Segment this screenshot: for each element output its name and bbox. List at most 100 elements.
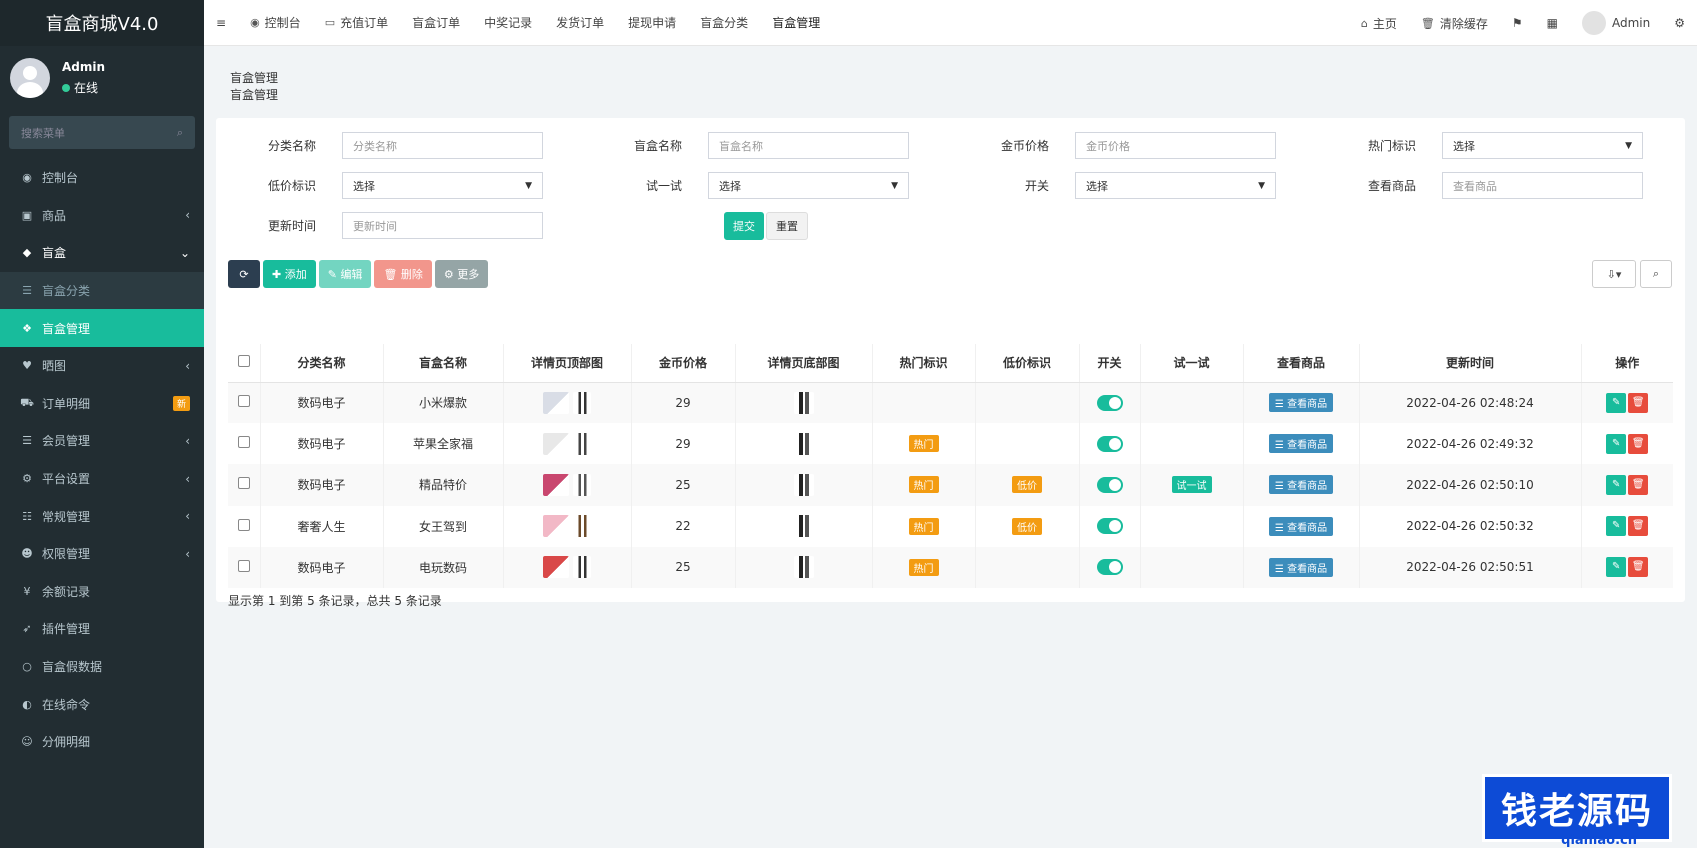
view-goods-button[interactable]: ☰ 查看商品 <box>1268 434 1334 454</box>
goods-input[interactable]: 查看商品 <box>1442 172 1643 199</box>
app-logo-title[interactable]: 盲盒商城V4.0 <box>0 0 204 46</box>
top-image-thumb[interactable] <box>573 432 591 455</box>
row-delete-button[interactable]: 🗑 <box>1628 392 1649 413</box>
sidebar-item-box-manage[interactable]: ❖ 盲盒管理 <box>0 309 204 347</box>
col-box-name[interactable]: 盲盒名称 <box>382 344 503 383</box>
top-image-thumb[interactable] <box>543 473 569 496</box>
switch-toggle[interactable] <box>1096 559 1123 576</box>
low-select[interactable]: 选择 ▼ <box>342 172 543 199</box>
refresh-button[interactable]: ⟳ <box>228 260 260 288</box>
bottom-image-thumb[interactable] <box>793 391 814 414</box>
view-goods-button[interactable]: ☰ 查看商品 <box>1268 557 1334 577</box>
switch-select[interactable]: 选择 ▼ <box>1075 172 1276 199</box>
tab-recharge-orders[interactable]: ▭ 充值订单 <box>313 0 400 46</box>
row-edit-button[interactable]: ✎ <box>1606 392 1627 413</box>
top-image-thumb[interactable] <box>543 391 569 414</box>
row-delete-button[interactable]: 🗑 <box>1628 433 1649 454</box>
delete-button[interactable]: 🗑 删除 <box>374 260 432 288</box>
switch-toggle[interactable] <box>1096 394 1123 411</box>
row-edit-button[interactable]: ✎ <box>1606 516 1627 537</box>
try-select[interactable]: 选择 ▼ <box>708 172 909 199</box>
col-goods[interactable]: 查看商品 <box>1242 344 1359 383</box>
home-link[interactable]: ⌂ 主页 <box>1349 0 1409 46</box>
col-hot[interactable]: 热门标识 <box>871 344 975 383</box>
hot-select[interactable]: 选择 ▼ <box>1442 132 1643 159</box>
col-bottom-image[interactable]: 详情页底部图 <box>734 344 872 383</box>
time-input[interactable]: 更新时间 <box>342 212 543 239</box>
view-goods-button[interactable]: ☰ 查看商品 <box>1268 393 1334 413</box>
row-edit-button[interactable]: ✎ <box>1606 474 1627 495</box>
tab-box-category[interactable]: 盲盒分类 <box>688 0 760 46</box>
table-row[interactable]: 奢奢人生 女王驾到 22 热门 低价 ☰ 查看商品 2022-04-26 02:50:32 ✎… <box>228 505 1673 547</box>
row-delete-button[interactable]: 🗑 <box>1628 474 1649 495</box>
search-icon[interactable]: ⌕ <box>177 126 183 140</box>
sidebar-item-balance[interactable]: ¥ 余额记录 <box>0 573 204 611</box>
sidebar-item-goods[interactable]: ▣ 商品 ‹ <box>0 197 204 235</box>
tab-dashboard[interactable]: ◉ 控制台 <box>238 0 313 46</box>
sidebar-item-auth[interactable]: ☻ 权限管理 ‹ <box>0 535 204 573</box>
table-row[interactable]: 数码电子 小米爆款 29 ☰ 查看商品 2022-04-26 02:48:24 ✎ 🗑 <box>228 382 1673 424</box>
sidebar-item-platform[interactable]: ⚙ 平台设置 ‹ <box>0 460 204 498</box>
sidebar-item-plugins[interactable]: ➶ 插件管理 <box>0 610 204 648</box>
box-name-input[interactable]: 盲盒名称 <box>708 132 909 159</box>
top-image-thumb[interactable] <box>543 515 569 538</box>
table-row[interactable]: 数码电子 精品特价 25 热门 低价 试一试 ☰ 查看商品 2022-04-26 02:50:… <box>228 464 1673 506</box>
sidebar-item-dashboard[interactable]: ◉ 控制台 <box>0 159 204 197</box>
col-top-image[interactable]: 详情页顶部图 <box>502 344 631 383</box>
view-goods-button[interactable]: ☰ 查看商品 <box>1268 475 1334 495</box>
top-image-thumb[interactable] <box>573 473 591 496</box>
tab-withdraw[interactable]: 提现申请 <box>616 0 688 46</box>
row-checkbox[interactable] <box>237 518 250 531</box>
language-button[interactable]: ⚑ <box>1500 0 1535 46</box>
add-button[interactable]: ✚ 添加 <box>263 260 316 288</box>
sidebar-item-box-category[interactable]: ☰ 盲盒分类 <box>0 271 204 310</box>
top-image-thumb[interactable] <box>543 432 569 455</box>
switch-toggle[interactable] <box>1096 476 1123 493</box>
sidebar-item-command[interactable]: ◐ 在线命令 <box>0 685 204 723</box>
bottom-image-thumb[interactable] <box>793 473 814 496</box>
clear-cache-button[interactable]: 🗑 清除缓存 <box>1409 0 1500 46</box>
row-edit-button[interactable]: ✎ <box>1606 557 1627 578</box>
admin-menu[interactable]: Admin <box>1570 0 1662 46</box>
row-delete-button[interactable]: 🗑 <box>1628 557 1649 578</box>
reset-button[interactable]: 重置 <box>766 212 808 240</box>
row-checkbox[interactable] <box>237 477 250 490</box>
view-goods-button[interactable]: ☰ 查看商品 <box>1268 516 1334 536</box>
sidebar-item-blindbox[interactable]: ◆ 盲盒 ⌄ <box>0 234 204 272</box>
bottom-image-thumb[interactable] <box>793 556 814 579</box>
row-checkbox[interactable] <box>237 395 250 408</box>
col-price[interactable]: 金币价格 <box>630 344 735 383</box>
top-image-thumb[interactable] <box>573 556 591 579</box>
table-row[interactable]: 数码电子 苹果全家福 29 热门 ☰ 查看商品 2022-04-26 02:49:32 ✎ 🗑 <box>228 423 1673 465</box>
bottom-image-thumb[interactable] <box>793 515 814 538</box>
sidebar-item-showcase[interactable]: ♥ 晒图 ‹ <box>0 347 204 385</box>
table-row[interactable]: 数码电子 电玩数码 25 热门 ☰ 查看商品 2022-04-26 02:50:51 ✎ 🗑 <box>228 546 1673 588</box>
select-all-checkbox[interactable] <box>237 355 250 368</box>
table-search-button[interactable]: ⌕ <box>1640 260 1672 288</box>
top-image-thumb[interactable] <box>573 391 591 414</box>
tab-box-manage[interactable]: 盲盒管理 <box>760 0 832 46</box>
sidebar-item-members[interactable]: ☰ 会员管理 ‹ <box>0 422 204 460</box>
sidebar-toggle-button[interactable]: ≡ <box>204 0 238 46</box>
sidebar-item-orders[interactable]: ⛟ 订单明细 新 <box>0 385 204 423</box>
col-category[interactable]: 分类名称 <box>259 344 383 383</box>
tab-box-orders[interactable]: 盲盒订单 <box>400 0 472 46</box>
col-updated[interactable]: 更新时间 <box>1358 344 1581 383</box>
row-delete-button[interactable]: 🗑 <box>1628 516 1649 537</box>
sidebar-item-general[interactable]: ☷ 常规管理 ‹ <box>0 497 204 535</box>
settings-button[interactable]: ⚙ <box>1662 0 1697 46</box>
col-low[interactable]: 低价标识 <box>974 344 1079 383</box>
tab-shipping-orders[interactable]: 发货订单 <box>544 0 616 46</box>
sidebar-search-input[interactable]: 搜索菜单 ⌕ <box>9 116 195 149</box>
col-switch[interactable]: 开关 <box>1078 344 1140 383</box>
export-button[interactable]: ⇩▾ <box>1592 260 1636 288</box>
col-try[interactable]: 试一试 <box>1139 344 1243 383</box>
sidebar-item-fake-data[interactable]: ○ 盲盒假数据 <box>0 648 204 686</box>
top-image-thumb[interactable] <box>543 556 569 579</box>
price-input[interactable]: 金币价格 <box>1075 132 1276 159</box>
row-checkbox[interactable] <box>237 436 250 449</box>
switch-toggle[interactable] <box>1096 518 1123 535</box>
fullscreen-button[interactable]: ▦ <box>1535 0 1570 46</box>
submit-button[interactable]: 提交 <box>724 212 764 240</box>
sidebar-item-commission[interactable]: ☺ 分佣明细 <box>0 723 204 761</box>
